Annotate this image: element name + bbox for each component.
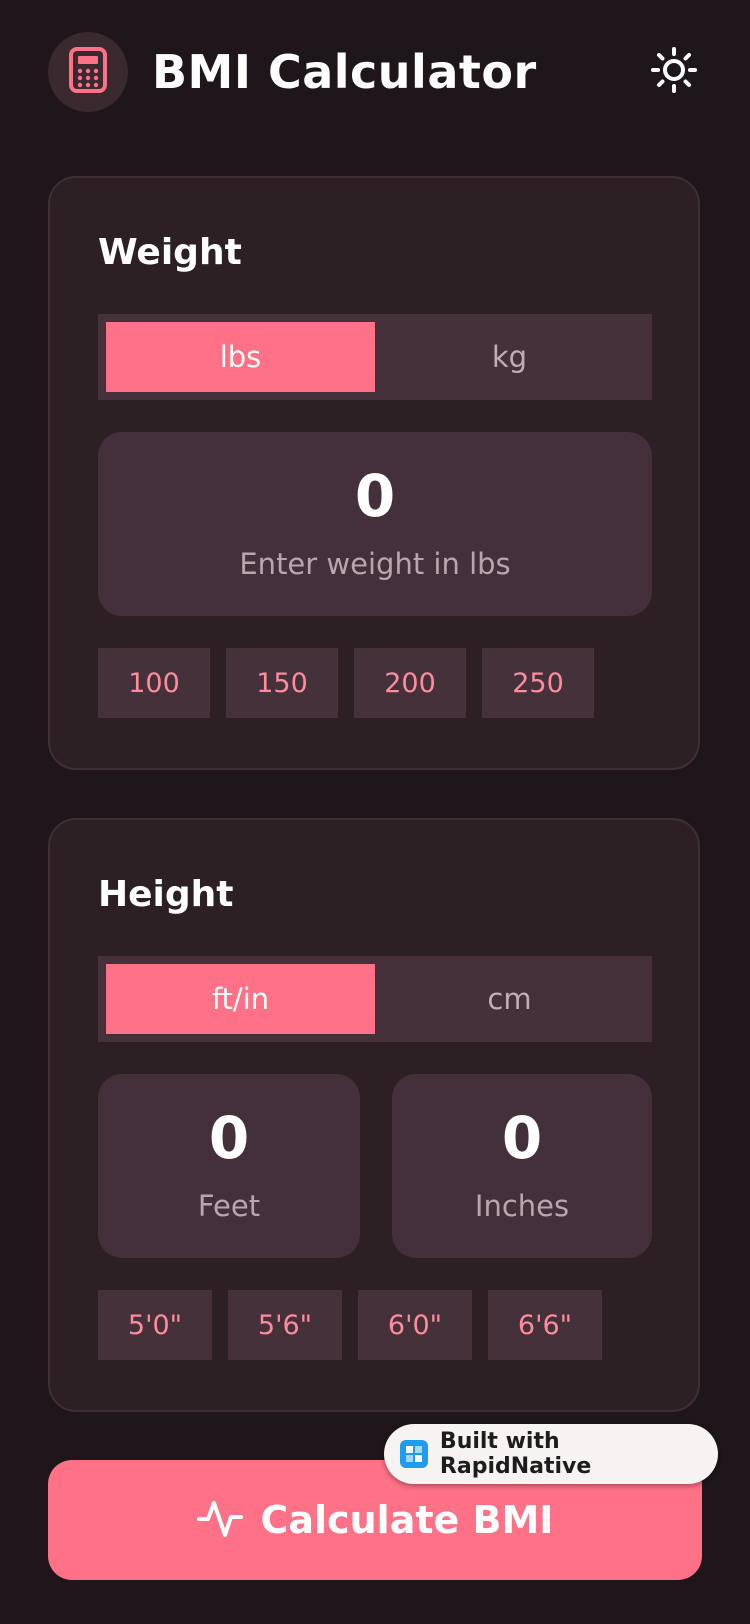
weight-presets: 100 150 200 250 [98, 648, 594, 718]
unit-cm-option[interactable]: cm [375, 964, 644, 1034]
weight-preset-button[interactable]: 150 [226, 648, 338, 718]
height-presets: 5'0" 5'6" 6'0" 6'6" [98, 1290, 602, 1360]
height-preset-button[interactable]: 6'6" [488, 1290, 602, 1360]
height-unit-toggle: ft/in cm [98, 956, 652, 1042]
unit-ftin-option[interactable]: ft/in [106, 964, 375, 1034]
feet-label: Feet [197, 1189, 261, 1223]
inches-input[interactable]: 0 Inches [392, 1074, 652, 1258]
built-with-badge[interactable]: Built with RapidNative [384, 1424, 718, 1484]
unit-kg-option[interactable]: kg [375, 322, 644, 392]
weight-input[interactable]: 0 Enter weight in lbs [98, 432, 652, 616]
height-preset-button[interactable]: 5'6" [228, 1290, 342, 1360]
weight-value: 0 [354, 462, 396, 530]
app-root: BMI Calculator Weight lbs kg 0 Enter wei… [0, 0, 750, 1624]
weight-preset-button[interactable]: 100 [98, 648, 210, 718]
height-card: Height ft/in cm 0 Feet 0 Inches 5'0" 5'6… [48, 818, 700, 1412]
weight-card: Weight lbs kg 0 Enter weight in lbs 100 … [48, 176, 700, 770]
logo-badge [48, 32, 128, 112]
height-preset-button[interactable]: 5'0" [98, 1290, 212, 1360]
inches-value: 0 [501, 1104, 543, 1172]
feet-input[interactable]: 0 Feet [98, 1074, 360, 1258]
rapidnative-icon [400, 1440, 428, 1468]
activity-icon [196, 1495, 243, 1545]
feet-value: 0 [208, 1104, 250, 1172]
height-preset-button[interactable]: 6'0" [358, 1290, 472, 1360]
weight-preset-button[interactable]: 250 [482, 648, 594, 718]
calculator-icon [68, 46, 108, 98]
theme-toggle-button[interactable] [646, 44, 702, 100]
weight-preset-button[interactable]: 200 [354, 648, 466, 718]
unit-lbs-option[interactable]: lbs [106, 322, 375, 392]
built-with-label: Built with RapidNative [439, 1429, 592, 1479]
inches-label: Inches [474, 1189, 570, 1223]
header: BMI Calculator [48, 32, 702, 112]
weight-hint: Enter weight in lbs [239, 547, 511, 581]
app-title: BMI Calculator [152, 45, 537, 99]
sun-icon [650, 46, 698, 98]
weight-title: Weight [98, 232, 242, 273]
weight-unit-toggle: lbs kg [98, 314, 652, 400]
height-title: Height [98, 874, 234, 915]
calculate-bmi-label: Calculate BMI [260, 1498, 554, 1542]
